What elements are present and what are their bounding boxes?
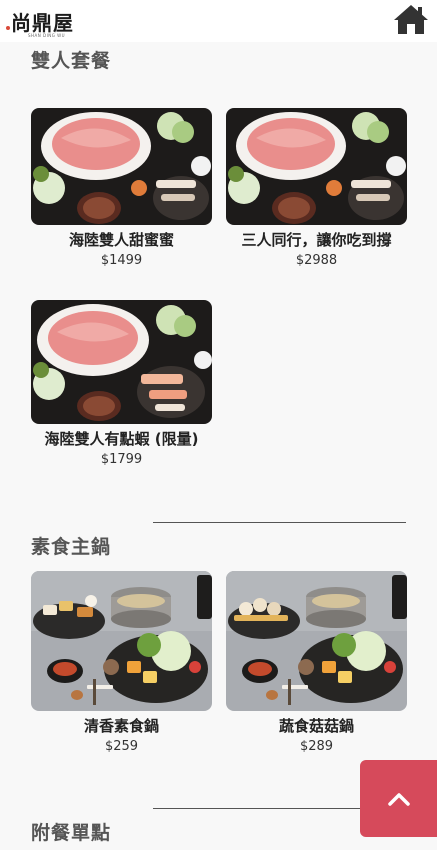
product-name: 海陸雙人有點蝦 (限量) bbox=[44, 430, 199, 448]
product-card[interactable]: 海陸雙人有點蝦 (限量) $1799 bbox=[31, 300, 212, 467]
section-title-side-dishes: 附餐單點 bbox=[31, 822, 112, 844]
home-button[interactable] bbox=[392, 2, 430, 36]
product-image[interactable] bbox=[31, 300, 212, 424]
logo-subtitle: SHAN DING WU bbox=[28, 33, 66, 38]
back-to-top-button[interactable] bbox=[360, 760, 437, 837]
product-price: $259 bbox=[104, 739, 139, 754]
menu-content: 雙人套餐 海陸雙人甜蜜蜜 $1499 三人同行，讓你吃到撐 $2988 海陸雙人… bbox=[0, 42, 437, 850]
section-title-vegetarian-hotpot: 素食主鍋 bbox=[31, 536, 112, 558]
logo[interactable]: 尚鼎屋 SHAN DING WU bbox=[6, 8, 74, 38]
product-image[interactable] bbox=[226, 571, 407, 711]
product-image[interactable] bbox=[226, 108, 407, 225]
logo-dot bbox=[6, 26, 10, 30]
product-card[interactable]: 海陸雙人甜蜜蜜 $1499 bbox=[31, 108, 212, 268]
product-name: 清香素食鍋 bbox=[83, 717, 159, 735]
product-price: $1799 bbox=[100, 452, 143, 467]
top-bar: 尚鼎屋 SHAN DING WU bbox=[0, 0, 437, 42]
product-image[interactable] bbox=[31, 108, 212, 225]
product-name: 蔬食菇菇鍋 bbox=[278, 717, 354, 735]
product-card[interactable]: 蔬食菇菇鍋 $289 bbox=[226, 571, 407, 754]
product-price: $1499 bbox=[100, 253, 143, 268]
product-price: $289 bbox=[299, 739, 334, 754]
section-title-couple-sets: 雙人套餐 bbox=[31, 50, 112, 72]
product-name: 三人同行，讓你吃到撐 bbox=[241, 231, 392, 249]
section-divider bbox=[153, 522, 406, 523]
product-image[interactable] bbox=[31, 571, 212, 711]
logo-text: 尚鼎屋 bbox=[11, 11, 74, 35]
product-card[interactable]: 清香素食鍋 $259 bbox=[31, 571, 212, 754]
product-card[interactable]: 三人同行，讓你吃到撐 $2988 bbox=[226, 108, 407, 268]
product-name: 海陸雙人甜蜜蜜 bbox=[68, 231, 174, 249]
product-price: $2988 bbox=[295, 253, 338, 268]
chevron-up-icon bbox=[387, 792, 410, 806]
home-icon bbox=[394, 5, 428, 34]
